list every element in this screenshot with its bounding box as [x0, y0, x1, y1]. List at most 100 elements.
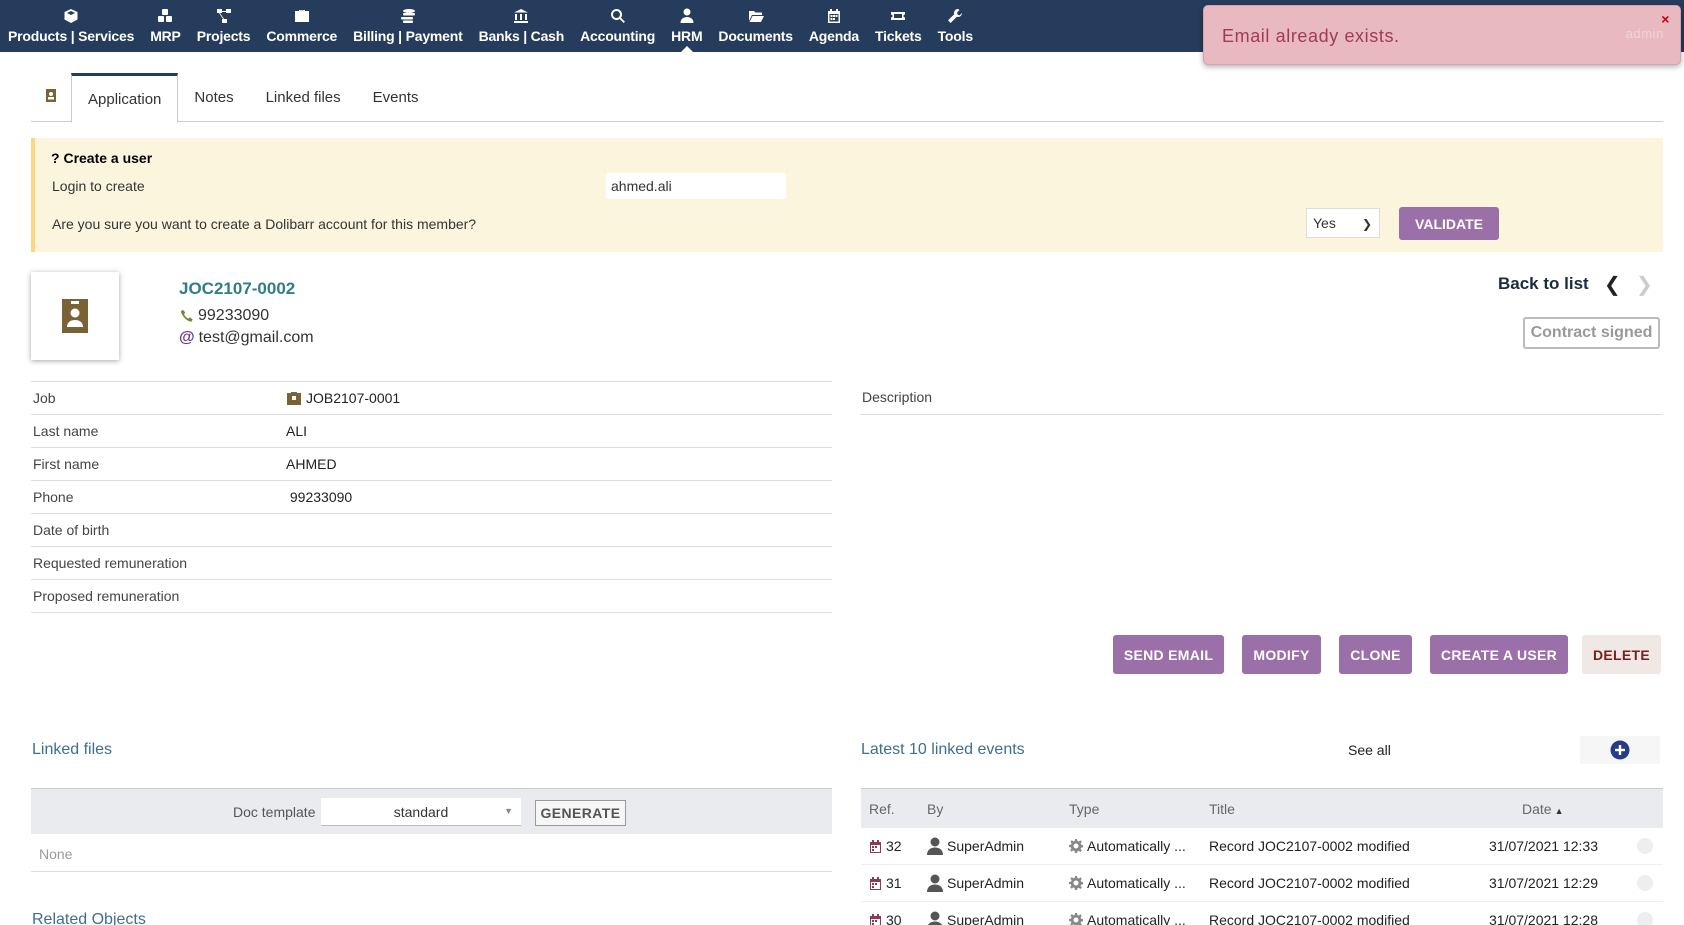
field-label: Phone [33, 489, 74, 505]
col-ref[interactable]: Ref. [869, 801, 895, 817]
col-by[interactable]: By [927, 801, 943, 817]
tab-events[interactable]: Events [357, 73, 435, 122]
create-user-button[interactable]: CREATE A USER [1430, 635, 1568, 674]
id-badge-icon [62, 299, 88, 333]
tab-application[interactable]: Application [71, 73, 179, 123]
event-type: Automatically ... [1069, 838, 1186, 854]
event-type: Automatically ... [1069, 875, 1186, 891]
nav-hrm[interactable]: HRM [663, 0, 710, 52]
event-type: Automatically ... [1069, 912, 1186, 925]
nav-tickets[interactable]: Tickets [867, 0, 930, 52]
col-type[interactable]: Type [1069, 801, 1099, 817]
coins-icon [399, 8, 417, 24]
login-input[interactable] [606, 173, 786, 199]
nav-tools[interactable]: Tools [930, 0, 981, 52]
back-to-list-link[interactable]: Back to list [1498, 274, 1589, 294]
error-toast: Email already exists. admin × [1203, 5, 1681, 65]
job-icon [286, 391, 302, 405]
nav-accounting[interactable]: Accounting [572, 0, 663, 52]
banner-email: @ test@gmail.com [179, 329, 314, 346]
generate-button[interactable]: GENERATE [535, 800, 626, 826]
status-dot [1637, 838, 1653, 854]
event-title[interactable]: Record JOC2107-0002 modified [1209, 838, 1410, 854]
nav-documents[interactable]: Documents [710, 0, 800, 52]
nav-commerce[interactable]: Commerce [258, 0, 345, 52]
modify-button[interactable]: MODIFY [1242, 635, 1321, 674]
plus-circle-icon [1610, 740, 1630, 760]
nav-agenda[interactable]: Agenda [801, 0, 867, 52]
toast-message: Email already exists. [1222, 26, 1400, 46]
field-value[interactable]: JOB2107-0001 [286, 390, 400, 406]
calendar-icon [869, 913, 882, 925]
tab-notes[interactable]: Notes [178, 73, 249, 122]
field-label: Requested remuneration [33, 555, 188, 571]
col-title[interactable]: Title [1209, 801, 1235, 817]
field-row-phone: Phone 99233090 [31, 481, 832, 514]
caret-down-icon: ▼ [504, 806, 513, 816]
status-badge: Contract signed [1523, 317, 1660, 349]
table-row: 30 SuperAdmin Automatically ... Record J… [861, 902, 1663, 925]
nav-products-services[interactable]: Products | Services [0, 0, 142, 52]
search-dollar-icon [609, 8, 627, 24]
briefcase-icon [293, 8, 311, 24]
event-ref[interactable]: 31 [869, 875, 902, 891]
candidature-ref: JOC2107-0002 [179, 279, 296, 298]
nav-mrp[interactable]: MRP [142, 0, 189, 52]
calendar-icon [869, 839, 882, 853]
confirm-title: ? Create a user [51, 150, 153, 166]
id-badge-icon [45, 88, 57, 107]
field-row-birth: Date of birth [31, 514, 832, 547]
chevron-down-icon: ❯ [1361, 217, 1372, 231]
nav-label: Commerce [266, 28, 338, 44]
doc-template-select[interactable]: standard ▼ [321, 798, 521, 826]
close-icon[interactable]: × [1661, 11, 1670, 27]
wrench-icon [946, 8, 964, 24]
send-email-button[interactable]: SEND EMAIL [1113, 635, 1224, 674]
clone-button[interactable]: CLONE [1339, 635, 1412, 674]
field-row-lastname: Last name ALI [31, 415, 832, 448]
nav-label: Tickets [875, 28, 922, 44]
field-row-job: Job JOB2107-0001 [31, 382, 832, 415]
candidate-photo [31, 272, 119, 360]
event-author[interactable]: SuperAdmin [927, 874, 1024, 892]
events-table: Ref. By Type Title Date ▲ 32 SuperAdmin A… [861, 788, 1663, 925]
see-all-link[interactable]: See all [1348, 742, 1391, 758]
nav-label: Tools [937, 28, 973, 44]
nav-label: Agenda [808, 28, 859, 44]
event-author[interactable]: SuperAdmin [927, 837, 1024, 855]
tab-linked-files[interactable]: Linked files [250, 73, 357, 122]
nav-billing-payment[interactable]: Billing | Payment [345, 0, 470, 52]
tab-card-icon[interactable] [31, 73, 71, 122]
nav-banks-cash[interactable]: Banks | Cash [471, 0, 573, 52]
nav-label: HRM [671, 28, 703, 44]
doc-generation-bar: Doc template standard ▼ GENERATE [31, 788, 832, 834]
add-event-button[interactable] [1580, 736, 1660, 764]
create-user-confirm: ? Create a user Login to create Are you … [31, 138, 1663, 252]
event-ref[interactable]: 32 [869, 838, 902, 854]
at-icon: @ [179, 329, 195, 346]
field-row-firstname: First name AHMED [31, 448, 832, 481]
sort-up-icon: ▲ [1554, 805, 1564, 816]
event-author[interactable]: SuperAdmin [927, 911, 1024, 925]
fields-table: Job JOB2107-0001 Last name ALI First nam… [31, 381, 832, 613]
toast-ghost-username: admin [1625, 26, 1664, 41]
chevron-right-icon: ❯ [1636, 274, 1653, 296]
event-title[interactable]: Record JOC2107-0002 modified [1209, 912, 1410, 925]
no-files-text: None [31, 834, 832, 872]
confirm-select[interactable]: Yes ❯ [1306, 208, 1380, 238]
related-objects-title: Related Objects [32, 911, 146, 925]
delete-button[interactable]: DELETE [1582, 635, 1661, 674]
field-label: Date of birth [33, 522, 110, 538]
field-label: First name [33, 456, 100, 472]
col-date[interactable]: Date ▲ [1522, 801, 1564, 817]
calendar-icon [869, 876, 882, 890]
linked-files-title: Linked files [32, 741, 113, 758]
phone-icon [179, 309, 194, 324]
event-title[interactable]: Record JOC2107-0002 modified [1209, 875, 1410, 891]
event-ref[interactable]: 30 [869, 912, 902, 925]
validate-button[interactable]: VALIDATE [1399, 207, 1499, 240]
nav-projects[interactable]: Projects [189, 0, 259, 52]
nav-label: MRP [150, 28, 181, 44]
chevron-left-icon[interactable]: ❮ [1604, 272, 1621, 297]
table-row: 32 SuperAdmin Automatically ... Record J… [861, 828, 1663, 865]
